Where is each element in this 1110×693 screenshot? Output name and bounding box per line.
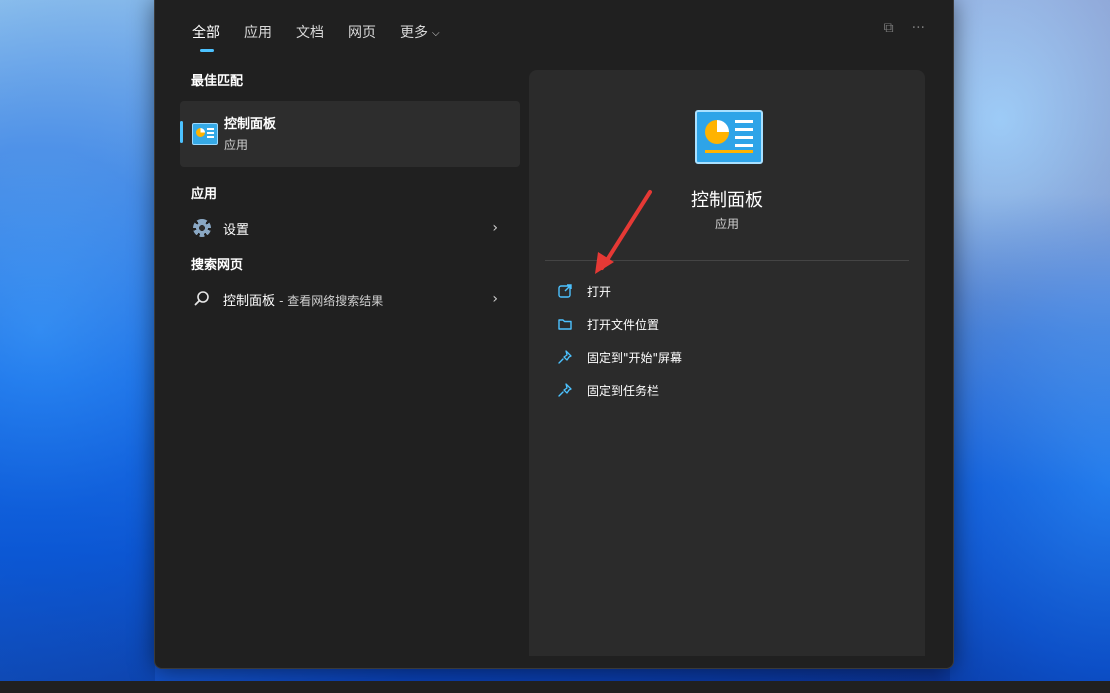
tab-apps[interactable]: 应用: [244, 22, 272, 52]
web-search-query: 控制面板: [223, 294, 275, 309]
action-open-file-location[interactable]: 打开文件位置: [545, 310, 909, 338]
action-open[interactable]: 打开: [545, 277, 909, 305]
web-search-label: 控制面板 - 查看网络搜索结果: [223, 290, 383, 309]
detail-pane: 控制面板 应用 打开 打开文件位置 固定到"开始"屏幕: [529, 70, 925, 656]
folder-icon: [557, 316, 573, 332]
tab-more-label: 更多: [400, 25, 428, 41]
pin-icon: [557, 349, 573, 365]
more-icon[interactable]: ···: [912, 20, 925, 36]
action-label: 打开文件位置: [587, 316, 659, 333]
section-apps-title: 应用: [191, 183, 522, 202]
taskbar: [0, 681, 1110, 693]
detail-subtitle: 应用: [529, 215, 925, 232]
best-match-item[interactable]: 控制面板 应用: [180, 101, 520, 167]
best-match-type: 应用: [224, 136, 248, 153]
section-web-title: 搜索网页: [191, 254, 522, 273]
search-icon: [193, 290, 211, 308]
control-panel-large-icon: [695, 110, 763, 164]
web-search-suffix: - 查看网络搜索结果: [279, 294, 383, 308]
search-tabs: 全部 应用 文档 网页 更多 ⌵: [192, 22, 464, 52]
best-match-name: 控制面板: [224, 113, 276, 132]
settings-gear-icon: [193, 219, 211, 237]
section-best-match-title: 最佳匹配: [191, 70, 522, 89]
app-item-label: 设置: [223, 219, 249, 238]
pin-icon: [557, 382, 573, 398]
divider: [545, 260, 909, 261]
wallpaper-right-glow: [950, 0, 1110, 693]
action-label: 打开: [587, 283, 611, 300]
app-item-settings[interactable]: 设置 ›: [180, 208, 520, 248]
chevron-down-icon: ⌵: [432, 28, 440, 39]
top-right-icons: ⧉ ···: [884, 20, 925, 36]
wallpaper-left-glow: [0, 0, 155, 693]
action-pin-to-taskbar[interactable]: 固定到任务栏: [545, 376, 909, 404]
tab-all[interactable]: 全部: [192, 22, 220, 52]
search-flyout: 全部 应用 文档 网页 更多 ⌵ ⧉ ··· 最佳匹配 控制面板 应用 应用 设置…: [154, 0, 954, 669]
tab-documents[interactable]: 文档: [296, 22, 324, 52]
share-icon[interactable]: ⧉: [884, 20, 894, 36]
chevron-right-icon[interactable]: ›: [492, 220, 498, 236]
tab-more[interactable]: 更多 ⌵: [400, 22, 440, 52]
tab-web[interactable]: 网页: [348, 22, 376, 52]
results-list: 最佳匹配 控制面板 应用 应用 设置 › 搜索网页 控制面板 - 查看网络搜索结…: [180, 70, 522, 319]
selection-indicator: [180, 121, 183, 143]
web-search-item[interactable]: 控制面板 - 查看网络搜索结果 ›: [180, 279, 520, 319]
detail-title: 控制面板: [529, 186, 925, 212]
open-icon: [557, 283, 573, 299]
action-pin-to-start[interactable]: 固定到"开始"屏幕: [545, 343, 909, 371]
control-panel-icon: [192, 123, 218, 145]
action-label: 固定到"开始"屏幕: [587, 349, 682, 366]
action-label: 固定到任务栏: [587, 382, 659, 399]
chevron-right-icon[interactable]: ›: [492, 291, 498, 307]
